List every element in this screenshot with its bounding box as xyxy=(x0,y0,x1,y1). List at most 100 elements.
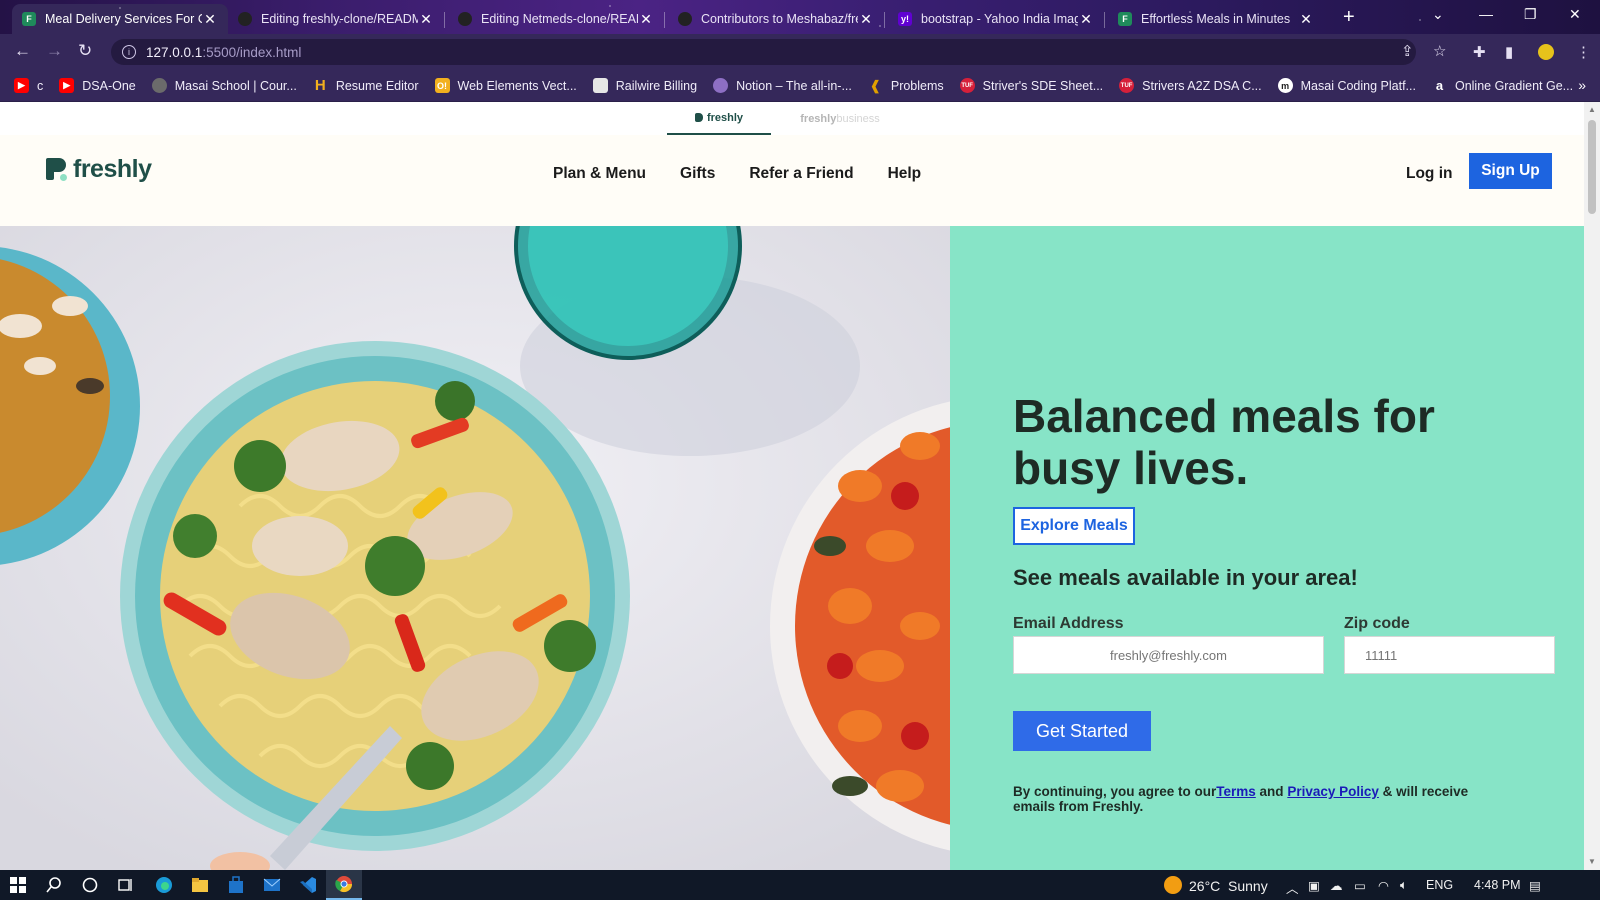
back-arrow-icon[interactable]: ← xyxy=(14,41,31,61)
nav-gifts[interactable]: Gifts xyxy=(680,165,715,183)
tray-overflow-chevron-icon[interactable]: ︿ xyxy=(1286,878,1299,897)
nav-refer-a-friend[interactable]: Refer a Friend xyxy=(749,165,853,183)
site-header: freshly Plan & Menu Gifts Refer a Friend… xyxy=(0,135,1584,227)
freshly-icon: F xyxy=(22,12,36,26)
zip-label: Zip code xyxy=(1344,615,1410,632)
profile-avatar[interactable] xyxy=(1536,42,1556,62)
mail-icon[interactable] xyxy=(254,870,290,900)
side-panel-icon[interactable]: ▮ xyxy=(1505,43,1513,61)
bookmark-problems[interactable]: ❰ Problems xyxy=(868,78,944,93)
edge-icon[interactable] xyxy=(146,870,182,900)
share-icon[interactable]: ⇪ xyxy=(1401,42,1414,60)
tab-title: bootstrap - Yahoo India Imag xyxy=(921,12,1078,26)
weather-sun-icon[interactable] xyxy=(1163,875,1183,898)
login-link[interactable]: Log in xyxy=(1406,165,1453,183)
chrome-icon[interactable] xyxy=(326,870,362,900)
email-field[interactable] xyxy=(1013,636,1324,674)
close-icon[interactable]: ✕ xyxy=(202,11,218,28)
tab-editing-freshly[interactable]: Editing freshly-clone/READM ✕ xyxy=(228,4,444,34)
address-bar[interactable]: i 127.0.0.1:5500/index.html xyxy=(111,39,1416,65)
notion-icon xyxy=(713,78,729,93)
explore-meals-button[interactable]: Explore Meals xyxy=(1013,507,1135,545)
scroll-up-arrow-icon[interactable]: ▲ xyxy=(1588,105,1596,114)
tab-title: Editing Netmeds-clone/READ xyxy=(481,12,638,26)
hero-signup-panel: Balanced meals for busy lives. Explore M… xyxy=(950,226,1584,870)
tuf-icon: TUF xyxy=(959,78,975,93)
tab-effortless-meals[interactable]: F Effortless Meals in Minutes ✕ xyxy=(1108,4,1324,34)
brand-tab-business[interactable]: freshly business xyxy=(790,102,890,135)
close-icon[interactable]: ✕ xyxy=(858,11,874,28)
nav-plan-menu[interactable]: Plan & Menu xyxy=(553,165,646,183)
minimize-icon[interactable]: — xyxy=(1479,6,1493,22)
bookmark-c[interactable]: ▶ c xyxy=(14,78,43,93)
freshly-logo[interactable]: freshly xyxy=(46,155,152,184)
bookmark-dsa-one[interactable]: ▶ DSA-One xyxy=(59,78,136,93)
site-info-icon[interactable]: i xyxy=(122,45,136,59)
freshly-logo-icon xyxy=(46,157,67,182)
close-icon[interactable]: ✕ xyxy=(638,11,654,28)
page-scrollbar[interactable]: ▲ ▼ xyxy=(1584,102,1600,870)
wifi-icon[interactable]: ◠ xyxy=(1378,878,1389,893)
task-view-icon[interactable] xyxy=(108,870,144,900)
close-window-icon[interactable]: ✕ xyxy=(1569,6,1581,23)
bookmark-notion[interactable]: Notion – The all-in-... xyxy=(713,78,852,93)
freshly-icon: F xyxy=(1118,12,1132,26)
restore-icon[interactable]: ❐ xyxy=(1524,6,1537,23)
bookmarks-overflow-icon[interactable]: » xyxy=(1578,77,1586,93)
tab-yahoo-images[interactable]: y! bootstrap - Yahoo India Imag ✕ xyxy=(888,4,1104,34)
weather-temp[interactable]: 26°C xyxy=(1189,878,1220,894)
onedrive-cloud-icon[interactable]: ☁ xyxy=(1330,878,1343,893)
windows-taskbar: 26°C Sunny ︿ ▣ ☁ ▭ ◠ 🔈︎ ENG 4:48 PM ▤ xyxy=(0,870,1600,900)
cortana-icon[interactable] xyxy=(72,870,108,900)
brand-tab-freshly[interactable]: freshly xyxy=(667,102,771,135)
file-explorer-icon[interactable] xyxy=(182,870,218,900)
tab-search-chevron-icon[interactable]: ⌄ xyxy=(1432,6,1444,23)
bookmark-striver-a2z[interactable]: TUF Strivers A2Z DSA C... xyxy=(1119,78,1262,93)
globe-icon xyxy=(151,78,167,93)
bookmark-gradient[interactable]: a Online Gradient Ge... xyxy=(1432,78,1573,93)
leetcode-icon: ❰ xyxy=(869,77,881,93)
bookmark-star-icon[interactable]: ☆ xyxy=(1433,42,1446,60)
privacy-policy-link[interactable]: Privacy Policy xyxy=(1287,784,1379,799)
volume-icon[interactable]: 🔈︎ xyxy=(1400,878,1408,893)
scrollbar-thumb[interactable] xyxy=(1588,120,1596,214)
scroll-down-arrow-icon[interactable]: ▼ xyxy=(1588,857,1596,866)
tab-meal-delivery[interactable]: F Meal Delivery Services For Of ✕ xyxy=(12,4,228,34)
nav-help[interactable]: Help xyxy=(888,165,922,183)
extensions-puzzle-icon[interactable]: ✚ xyxy=(1473,43,1486,61)
forward-arrow-icon[interactable]: → xyxy=(46,41,63,61)
menu-kebab-icon[interactable]: ⋮ xyxy=(1576,43,1591,61)
meet-now-icon[interactable]: ▣ xyxy=(1308,878,1320,893)
tab-editing-netmeds[interactable]: Editing Netmeds-clone/READ ✕ xyxy=(448,4,664,34)
bookmark-striver-sde[interactable]: TUF Striver's SDE Sheet... xyxy=(959,78,1103,93)
tab-contributors[interactable]: Contributors to Meshabaz/fre ✕ xyxy=(668,4,884,34)
battery-icon[interactable]: ▭ xyxy=(1354,878,1366,893)
windows-start-icon[interactable] xyxy=(0,870,36,900)
zip-field[interactable] xyxy=(1344,636,1555,674)
get-started-button[interactable]: Get Started xyxy=(1013,711,1151,751)
notifications-icon[interactable]: ▤ xyxy=(1529,878,1541,893)
reload-icon[interactable]: ↻ xyxy=(78,41,92,61)
store-icon[interactable] xyxy=(218,870,254,900)
close-icon[interactable]: ✕ xyxy=(418,11,434,28)
url-text: 127.0.0.1:5500/index.html xyxy=(146,44,302,60)
bookmark-masai-school[interactable]: Masai School | Cour... xyxy=(151,78,297,93)
system-clock[interactable]: 4:48 PM xyxy=(1474,878,1521,892)
bookmark-railwire[interactable]: Railwire Billing xyxy=(592,78,697,93)
youtube-icon: ▶ xyxy=(59,78,75,93)
h-icon: H xyxy=(314,77,326,94)
vscode-icon[interactable] xyxy=(290,870,326,900)
github-icon xyxy=(458,12,472,26)
tab-title: Meal Delivery Services For Of xyxy=(45,12,202,26)
weather-condition[interactable]: Sunny xyxy=(1228,878,1268,894)
terms-link[interactable]: Terms xyxy=(1216,784,1256,799)
signup-button[interactable]: Sign Up xyxy=(1469,153,1552,189)
close-icon[interactable]: ✕ xyxy=(1298,11,1314,28)
bookmark-masai-coding[interactable]: m Masai Coding Platf... xyxy=(1277,78,1416,93)
new-tab-plus-icon[interactable]: + xyxy=(1343,6,1355,29)
bookmark-resume-editor[interactable]: H Resume Editor xyxy=(313,77,419,94)
search-icon[interactable] xyxy=(36,870,72,900)
bookmark-web-elements[interactable]: O! Web Elements Vect... xyxy=(434,78,577,93)
input-language[interactable]: ENG xyxy=(1426,878,1453,892)
close-icon[interactable]: ✕ xyxy=(1078,11,1094,28)
